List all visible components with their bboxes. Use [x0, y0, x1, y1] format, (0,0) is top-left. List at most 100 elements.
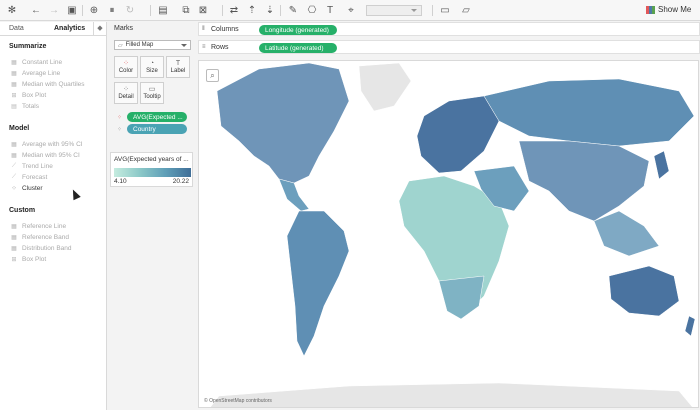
cluster-icon: ⁘	[11, 186, 17, 192]
refresh-icon[interactable]: ↻	[124, 4, 136, 17]
tab-data[interactable]: Data	[9, 25, 24, 32]
analytics-item-reference-band[interactable]: ▦ Reference Band	[10, 234, 69, 241]
toolbar: ✻ ← → ▣ ⊕ ⏸ ↻ ▤ ⧉ ⊠ ⇄ ⇡ ⇣ ✎ ⎔ T ⌖ ▭ ▱ Sh…	[0, 0, 700, 21]
show-me-label: Show Me	[658, 5, 692, 14]
tableau-logo-icon[interactable]: ✻	[6, 4, 18, 17]
analytics-item-average-line[interactable]: ▦ Average Line	[10, 70, 60, 77]
label-button[interactable]: T Label	[166, 56, 190, 78]
map-region-antarctica	[210, 382, 693, 407]
world-map[interactable]	[199, 61, 699, 408]
show-labels-icon[interactable]: T	[324, 4, 336, 17]
tooltip-label: Tooltip	[143, 94, 161, 100]
reference-line-icon: ▦	[11, 224, 17, 230]
legend-title: AVG(Expected years of ...	[114, 156, 189, 163]
longitude-pill[interactable]: Longitude (generated)	[259, 25, 337, 35]
show-cards-icon[interactable]: ▭	[438, 4, 452, 17]
map-search-icon[interactable]: ⌕	[206, 69, 219, 82]
group-icon[interactable]: ⎔	[306, 4, 318, 17]
color-field-pill[interactable]: AVG(Expected ...	[127, 112, 187, 122]
detail-field-pill[interactable]: Country	[127, 124, 187, 134]
legend-gradient	[114, 168, 191, 177]
marks-card: Marks ▱ Filled Map ⁘ Color ◔ Size T Label ⁘…	[108, 22, 195, 410]
color-button[interactable]: ⁘ Color	[114, 56, 138, 78]
reference-line-icon: ▦	[11, 60, 17, 66]
show-me-button[interactable]: Show Me	[646, 5, 691, 14]
clear-sheet-icon[interactable]: ⊠	[196, 4, 210, 17]
color-encoding-icon: ⁘	[117, 115, 123, 121]
new-worksheet-icon[interactable]: ▤	[156, 4, 170, 17]
map-view[interactable]: ⌕ © OpenStreetMap contributors	[198, 60, 699, 408]
fit-dropdown[interactable]	[366, 5, 422, 16]
size-label: Size	[146, 68, 158, 74]
analytics-pane: Data Analytics ◆ Summarize ▦ Constant Lin…	[0, 22, 107, 410]
presentation-mode-icon[interactable]: ▱	[460, 4, 472, 17]
item-label: Box Plot	[22, 92, 47, 99]
map-region-greenland	[358, 62, 412, 112]
map-region-south-africa	[438, 275, 485, 320]
marks-title: Marks	[114, 25, 134, 32]
label-label: Label	[170, 68, 186, 74]
highlight-icon[interactable]: ✎	[286, 4, 300, 17]
analytics-item-reference-line[interactable]: ▦ Reference Line	[10, 223, 66, 230]
reference-band-icon: ▦	[11, 235, 17, 241]
item-label: Reference Line	[22, 223, 67, 230]
analytics-item-cluster[interactable]: ⁘ Cluster	[10, 185, 42, 192]
item-label: Average with 95% CI	[22, 141, 83, 148]
new-data-source-icon[interactable]: ⊕	[88, 4, 100, 17]
confidence-icon: ▦	[11, 142, 17, 148]
item-label: Distribution Band	[22, 245, 72, 252]
item-label: Median with 95% CI	[22, 152, 80, 159]
color-legend[interactable]: AVG(Expected years of ... 4.10 20.22	[110, 152, 193, 187]
toolbar-divider	[82, 5, 83, 16]
analytics-item-box-plot-custom[interactable]: ⊞ Box Plot	[10, 256, 46, 263]
item-label: Median with Quartiles	[22, 81, 85, 88]
swap-rows-columns-icon[interactable]: ⇄	[228, 4, 240, 17]
legend-max: 20.22	[172, 178, 189, 185]
redo-icon[interactable]: →	[48, 4, 60, 17]
fix-axes-icon[interactable]: ⌖	[344, 4, 358, 17]
rows-icon: ≡	[202, 44, 206, 50]
analytics-item-totals[interactable]: ▤ Totals	[10, 103, 39, 110]
analytics-item-median-ci[interactable]: ▦ Median with 95% CI	[10, 152, 80, 159]
color-icon: ⁘	[123, 60, 129, 67]
analytics-item-trend-line[interactable]: ⟋ Trend Line	[10, 163, 53, 170]
analytics-item-box-plot[interactable]: ⊞ Box Plot	[10, 92, 46, 99]
sort-descending-icon[interactable]: ⇣	[264, 4, 276, 17]
legend-min: 4.10	[114, 178, 127, 185]
item-label: Constant Line	[22, 59, 63, 66]
color-label: Color	[118, 68, 134, 74]
filled-map-icon: ▱	[118, 42, 123, 49]
analytics-item-average-ci[interactable]: ▦ Average with 95% CI	[10, 141, 83, 148]
undo-icon[interactable]: ←	[30, 4, 42, 17]
analytics-item-constant-line[interactable]: ▦ Constant Line	[10, 59, 62, 66]
pause-updates-icon[interactable]: ⏸	[106, 4, 118, 17]
analytics-item-distribution-band[interactable]: ▦ Distribution Band	[10, 245, 72, 252]
toolbar-divider	[222, 5, 223, 16]
analytics-item-median-quartiles[interactable]: ▦ Median with Quartiles	[10, 81, 85, 88]
distribution-band-icon: ▦	[11, 246, 17, 252]
reference-band-icon: ▦	[11, 82, 17, 88]
duplicate-icon[interactable]: ⧉	[180, 4, 192, 17]
save-icon[interactable]: ▣	[66, 4, 78, 17]
mark-type-dropdown[interactable]: ▱ Filled Map	[114, 40, 191, 50]
tooltip-icon: ▭	[148, 86, 156, 93]
map-region-south-america	[286, 210, 350, 357]
pane-menu-icon[interactable]: ◆	[93, 22, 106, 35]
latitude-pill[interactable]: Latitude (generated)	[259, 43, 337, 53]
rows-shelf[interactable]: ≡ Rows Latitude (generated)	[198, 40, 700, 54]
item-label: Box Plot	[22, 256, 47, 263]
detail-icon: ⁘	[123, 86, 129, 93]
detail-label: Detail	[118, 94, 134, 100]
item-label: Trend Line	[22, 163, 53, 170]
analytics-item-forecast[interactable]: ⟋ Forecast	[10, 174, 47, 181]
map-region-europe	[416, 95, 500, 174]
map-region-southeast-asia	[593, 210, 660, 257]
detail-button[interactable]: ⁘ Detail	[114, 82, 138, 104]
size-button[interactable]: ◔ Size	[140, 56, 164, 78]
columns-shelf[interactable]: ⦀ Columns Longitude (generated)	[198, 22, 700, 36]
tooltip-button[interactable]: ▭ Tooltip	[140, 82, 164, 104]
trend-line-icon: ⟋	[11, 163, 17, 169]
label-icon: T	[175, 60, 181, 67]
sort-ascending-icon[interactable]: ⇡	[246, 4, 258, 17]
tab-analytics[interactable]: Analytics	[54, 25, 85, 32]
